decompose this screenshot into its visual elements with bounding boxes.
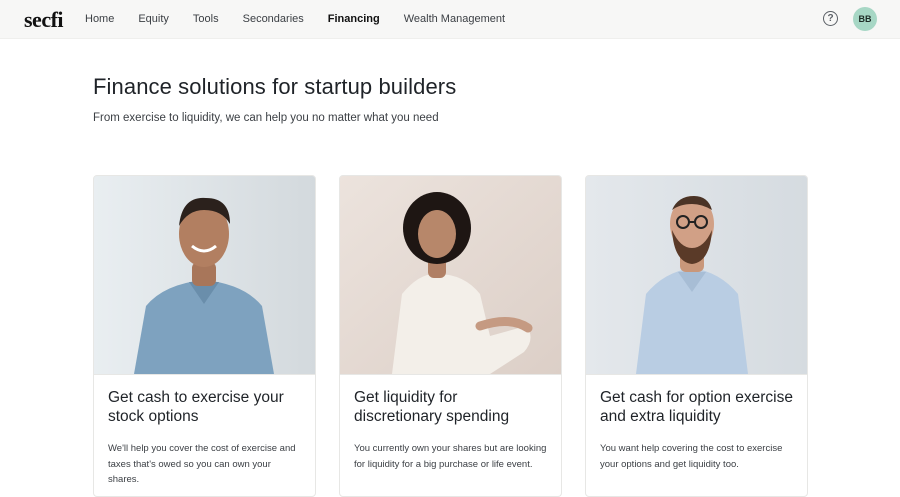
- nav-item-home[interactable]: Home: [85, 13, 114, 25]
- main-nav: Home Equity Tools Secondaries Financing …: [85, 0, 529, 38]
- card-discretionary-spending[interactable]: Get liquidity for discretionary spending…: [339, 175, 562, 497]
- question-circle-icon[interactable]: ?: [823, 11, 838, 26]
- card-title: Get cash for option exercise and extra l…: [600, 389, 793, 425]
- card-option-exercise-liquidity[interactable]: Get cash for option exercise and extra l…: [585, 175, 808, 497]
- card-photo-bearded-man: [586, 176, 807, 375]
- card-title: Get liquidity for discretionary spending: [354, 389, 510, 425]
- card-photo-woman-seated: [340, 176, 561, 375]
- card-description: You currently own your shares but are lo…: [354, 443, 547, 470]
- card-description: You want help covering the cost to exerc…: [600, 443, 783, 470]
- card-exercise-options[interactable]: Get cash to exercise your stock options …: [93, 175, 316, 497]
- top-navigation-bar: secfi Home Equity Tools Secondaries Fina…: [0, 0, 900, 39]
- card-description: We'll help you cover the cost of exercis…: [108, 443, 296, 485]
- nav-item-wealth-management[interactable]: Wealth Management: [404, 13, 505, 25]
- secfi-logo[interactable]: secfi: [24, 7, 64, 33]
- page-title: Finance solutions for startup builders: [93, 74, 457, 99]
- card-title: Get cash to exercise your stock options: [108, 389, 284, 425]
- nav-item-financing[interactable]: Financing: [328, 13, 380, 25]
- nav-item-equity[interactable]: Equity: [138, 13, 169, 25]
- user-avatar[interactable]: BB: [853, 7, 877, 31]
- nav-item-tools[interactable]: Tools: [193, 13, 219, 25]
- card-photo-man-smiling: [94, 176, 315, 375]
- nav-item-secondaries[interactable]: Secondaries: [243, 13, 304, 25]
- page-subtitle: From exercise to liquidity, we can help …: [93, 112, 439, 124]
